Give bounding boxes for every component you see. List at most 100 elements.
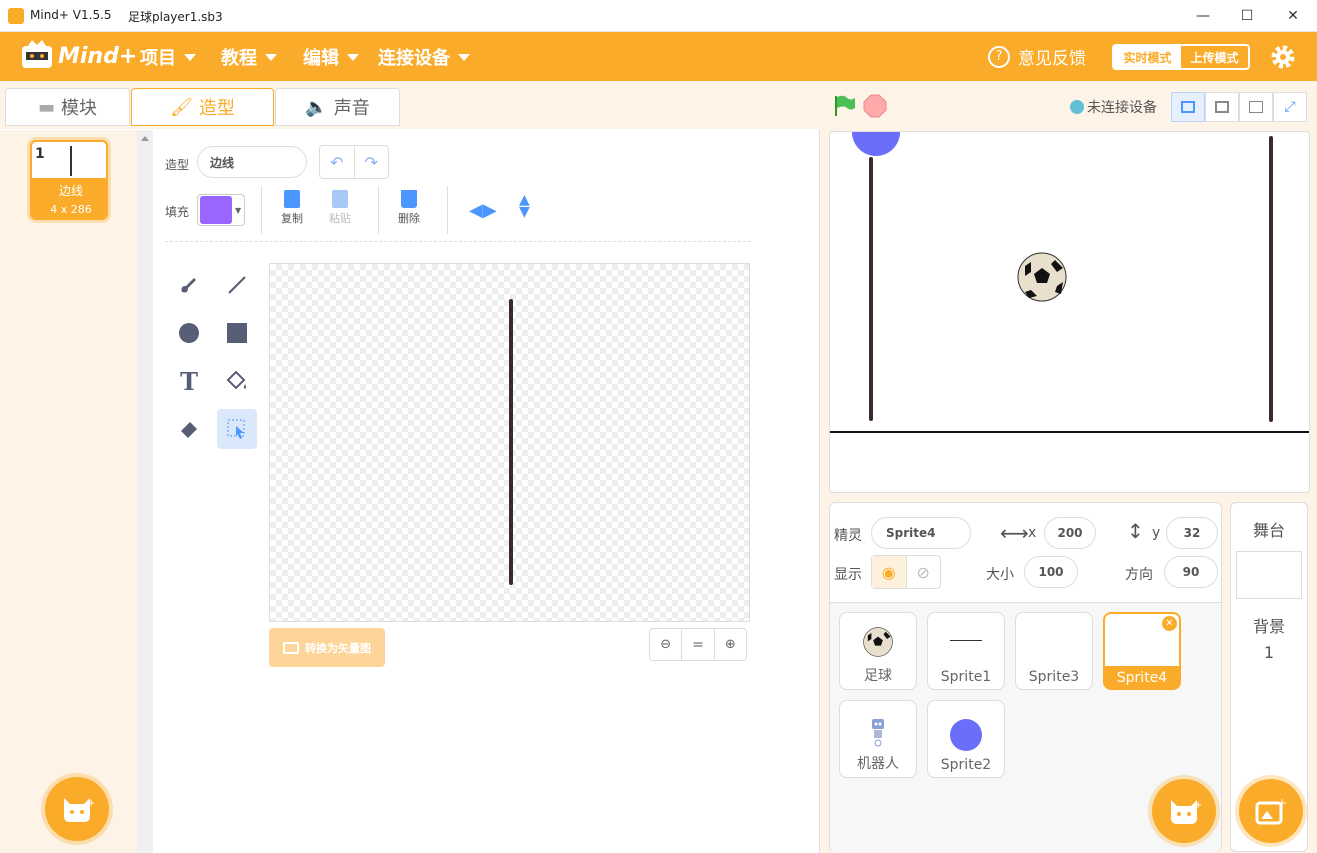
chevron-down-icon [265,53,277,61]
delete-button[interactable]: 删除 [398,190,420,226]
device-status[interactable]: 未连接设备 [1070,97,1157,117]
scroll-up-arrow-icon[interactable] [141,136,149,141]
tab-sounds[interactable]: 🔈 声音 [275,88,400,126]
convert-vector-label: 转换为矢量图 [305,641,371,655]
ground-line [830,431,1309,433]
fill-bucket-tool-icon[interactable] [217,361,257,401]
x-input[interactable]: 200 [1044,517,1096,549]
line-tool-icon[interactable] [217,265,257,305]
stage-selector[interactable]: 舞台 背景 1 + [1230,502,1308,852]
flip-horizontal-icon[interactable]: ◀▶ [469,200,497,221]
maximize-button[interactable]: ☐ [1224,0,1270,32]
backdrop-count: 1 [1263,643,1275,662]
line-thumbnail [950,640,982,641]
tab-costumes[interactable]: 🖌 造型 [131,88,274,126]
copy-button[interactable]: 复制 [281,190,303,226]
layout-medium-stage-icon[interactable] [1205,92,1239,122]
divider [447,186,448,234]
drawing-canvas[interactable] [269,263,750,622]
boundary-line-shape[interactable] [509,299,513,585]
fullscreen-icon[interactable]: ⤢ [1273,92,1307,122]
right-boundary-line[interactable] [1269,136,1273,422]
sprite-item-robot[interactable]: 机器人 [839,700,917,778]
undo-redo-group: ↶ ↷ [319,145,389,179]
costume-item[interactable]: 1 边线 4 x 286 [30,140,108,220]
fill-color-picker[interactable]: ▼ [197,194,245,226]
cat-plus-icon: + [64,798,94,822]
direction-label: 方向 [1125,567,1153,583]
chevron-down-icon [184,53,196,61]
sprite-label: Sprite2 [940,757,992,773]
mode-switch: 实时模式 上传模式 [1112,44,1250,70]
svg-text:+: + [87,798,94,809]
layout-large-stage-icon[interactable] [1239,92,1273,122]
eye-icon[interactable]: ◉ [872,556,907,588]
zoom-in-icon[interactable]: ⊕ [715,629,746,660]
add-costume-button[interactable]: + [45,777,109,841]
costume-thumbnail [70,146,72,176]
chevron-down-icon [458,53,470,61]
delete-label: 删除 [398,212,420,225]
editor-tabs: ▬ 模块 🖌 造型 🔈 声音 [0,81,820,129]
sprite-item-sprite1[interactable]: Sprite1 [927,612,1005,690]
menu-edit[interactable]: 编辑 [303,44,359,70]
undo-icon[interactable]: ↶ [320,146,355,178]
feedback-button[interactable]: ? 意见反馈 [988,44,1086,69]
costume-name: 边线 [58,184,83,198]
upload-mode-button[interactable]: 上传模式 [1181,46,1248,68]
file-title: 足球player1.sb3 [128,10,223,24]
backdrop-thumbnail [1236,551,1302,599]
blue-ball-thumbnail [950,719,982,751]
mindplus-logo: Mind+ [20,40,137,72]
green-flag-icon[interactable] [832,94,856,122]
sprite-label: Sprite1 [940,669,992,685]
zoom-reset-button[interactable]: = [682,629,715,660]
left-boundary-line[interactable] [869,157,873,421]
zoom-out-icon[interactable]: ⊖ [650,629,683,660]
costume-list-scrollbar[interactable] [137,130,153,853]
circle-tool-icon[interactable] [169,313,209,353]
menu-connect-device[interactable]: 连接设备 [378,44,470,70]
help-circle-icon: ? [988,45,1010,68]
y-input[interactable]: 32 [1166,517,1218,549]
sprite-item-sprite2[interactable]: Sprite2 [927,700,1005,778]
convert-to-vector-button[interactable]: 转换为矢量图 [269,628,385,667]
add-backdrop-button[interactable]: + [1239,779,1303,843]
copy-icon [284,190,300,208]
sprite-item-sprite3[interactable]: Sprite3 [1015,612,1093,690]
soccer-ball-icon[interactable] [1017,252,1067,302]
select-tool-icon[interactable] [217,409,257,449]
stop-icon[interactable] [863,94,887,122]
cat-plus-icon: + [1171,800,1201,824]
y-label: y [1152,525,1161,541]
sprite-item-sprite4[interactable]: ✕ Sprite4 [1103,612,1181,690]
stage-canvas[interactable] [829,131,1310,493]
sprite2-ball-shape[interactable] [852,132,900,156]
menu-bar: Mind+ 项目 教程 编辑 连接设备 ? 意见反馈 实时模式 上传模式 [0,32,1317,81]
menu-project[interactable]: 项目 [140,44,196,70]
copy-label: 复制 [281,212,303,225]
eraser-tool-icon[interactable] [169,409,209,449]
show-label: 显示 [834,567,862,583]
delete-sprite-icon[interactable]: ✕ [1162,616,1177,631]
size-input[interactable]: 100 [1024,556,1078,588]
sprite-item-soccer[interactable]: 足球 [839,612,917,690]
direction-input[interactable]: 90 [1164,556,1218,588]
rectangle-tool-icon[interactable] [217,313,257,353]
close-window-button[interactable]: ✕ [1270,0,1316,32]
costume-name-input[interactable]: 边线 [197,146,307,178]
text-tool-icon[interactable]: T [169,361,209,401]
menu-tutorial[interactable]: 教程 [221,44,277,70]
flip-vertical-icon[interactable]: ▲ ▼ [519,193,530,219]
settings-gear-icon[interactable] [1270,44,1296,70]
eye-off-icon[interactable]: ⊘ [907,556,941,588]
realtime-mode-button[interactable]: 实时模式 [1114,46,1181,68]
minimize-button[interactable]: — [1180,0,1226,32]
layout-small-stage-icon[interactable] [1171,92,1205,122]
add-sprite-button[interactable]: + [1152,779,1216,843]
tab-blocks[interactable]: ▬ 模块 [5,88,130,126]
redo-icon[interactable]: ↷ [355,146,389,178]
brush-tool-icon[interactable] [169,265,209,305]
sprite-name-input[interactable]: Sprite4 [871,517,971,549]
paste-button[interactable]: 粘贴 [329,190,351,226]
